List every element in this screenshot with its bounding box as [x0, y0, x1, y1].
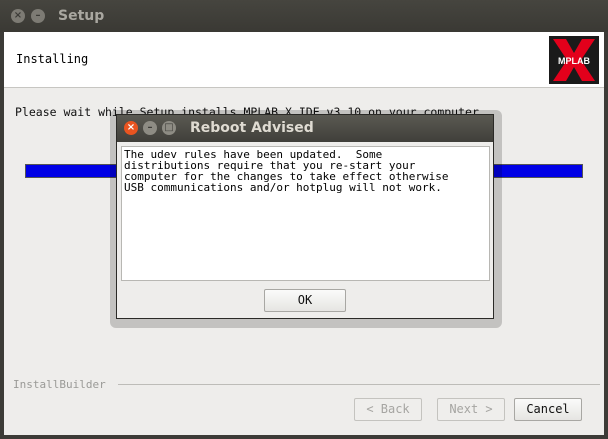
- dialog-maximize-icon[interactable]: □: [162, 121, 176, 135]
- back-button[interactable]: < Back: [354, 398, 422, 421]
- dialog-titlebar[interactable]: × – □ Reboot Advised: [117, 115, 493, 142]
- ok-button[interactable]: OK: [264, 289, 346, 312]
- dialog-title: Reboot Advised: [190, 120, 314, 136]
- divider: [118, 384, 600, 385]
- dialog-message: The udev rules have been updated. Some d…: [121, 146, 490, 281]
- window-title: Setup: [58, 8, 105, 24]
- logo-text: MPLAB: [558, 56, 590, 66]
- close-icon[interactable]: ×: [11, 9, 25, 23]
- dialog-close-icon[interactable]: ×: [124, 121, 138, 135]
- dialog-minimize-icon[interactable]: –: [143, 121, 157, 135]
- cancel-button[interactable]: Cancel: [514, 398, 582, 421]
- reboot-dialog: × – □ Reboot Advised The udev rules have…: [116, 114, 494, 319]
- page-title: Installing: [16, 52, 89, 66]
- next-button[interactable]: Next >: [437, 398, 505, 421]
- setup-titlebar[interactable]: × – Setup: [0, 0, 608, 32]
- installbuilder-label: InstallBuilder: [13, 378, 106, 391]
- mplab-x-logo-icon: MPLAB: [549, 36, 599, 84]
- setup-header: Installing MPLAB: [4, 32, 604, 88]
- minimize-icon[interactable]: –: [31, 9, 45, 23]
